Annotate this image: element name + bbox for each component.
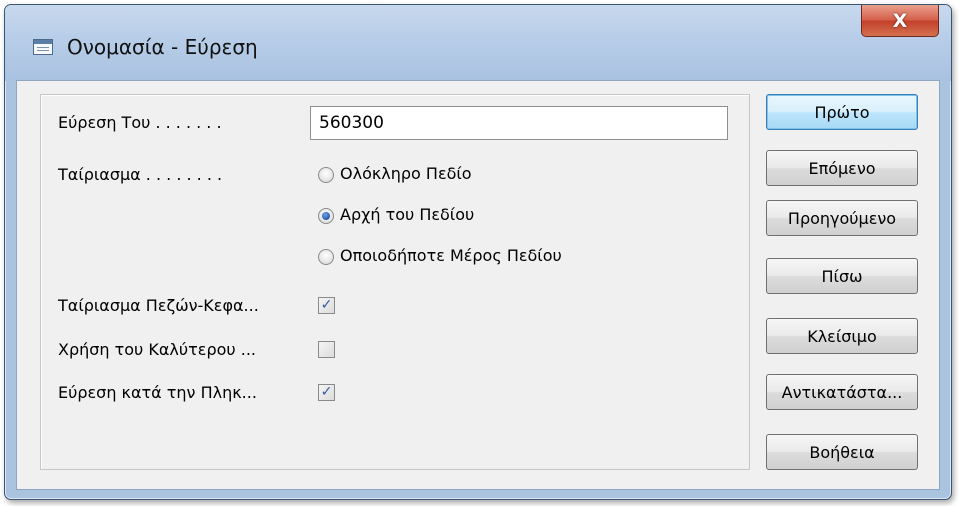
back-button[interactable]: Πίσω [766, 258, 918, 294]
first-button[interactable]: Πρώτο [766, 94, 918, 130]
close-button[interactable]: Κλείσιμο [766, 318, 918, 354]
help-button[interactable]: Βοήθεια [766, 434, 918, 470]
window-title: Ονομασία - Εύρεση [67, 35, 258, 59]
match-label: Ταίριασμα . . . . . . . . [58, 165, 223, 184]
find-as-you-type-checkbox[interactable]: ✓ [318, 384, 335, 401]
find-as-you-type-label: Εύρεση κατά την Πληκ... [58, 383, 257, 402]
previous-button[interactable]: Προηγούμενο [766, 200, 918, 236]
options-group-box [40, 94, 750, 470]
find-label: Εύρεση Του . . . . . . . [58, 113, 222, 132]
close-window-button[interactable]: X [861, 5, 939, 37]
match-any-part-label[interactable]: Οποιοδήποτε Μέρος Πεδίου [340, 246, 562, 265]
match-case-label: Ταίριασμα Πεζών-Κεφα... [58, 296, 259, 315]
match-start-of-field-label[interactable]: Αρχή του Πεδίου [340, 205, 474, 224]
replace-button[interactable]: Αντικατάστα... [766, 374, 918, 410]
match-case-checkbox[interactable]: ✓ [318, 297, 335, 314]
table-icon [33, 39, 53, 55]
check-mark-icon: ✓ [320, 384, 333, 400]
next-button[interactable]: Επόμενο [766, 150, 918, 186]
find-input[interactable] [310, 106, 728, 140]
use-best-key-label: Χρήση του Καλύτερου ... [58, 340, 256, 359]
match-start-of-field-radio[interactable] [318, 208, 334, 224]
check-mark-icon: ✓ [320, 297, 333, 313]
title-bar[interactable]: Ονομασία - Εύρεση X [5, 5, 951, 81]
use-best-key-checkbox[interactable] [318, 341, 335, 358]
match-whole-field-radio[interactable] [318, 167, 334, 183]
match-any-part-radio[interactable] [318, 249, 334, 265]
match-whole-field-label[interactable]: Ολόκληρο Πεδίο [340, 164, 472, 183]
